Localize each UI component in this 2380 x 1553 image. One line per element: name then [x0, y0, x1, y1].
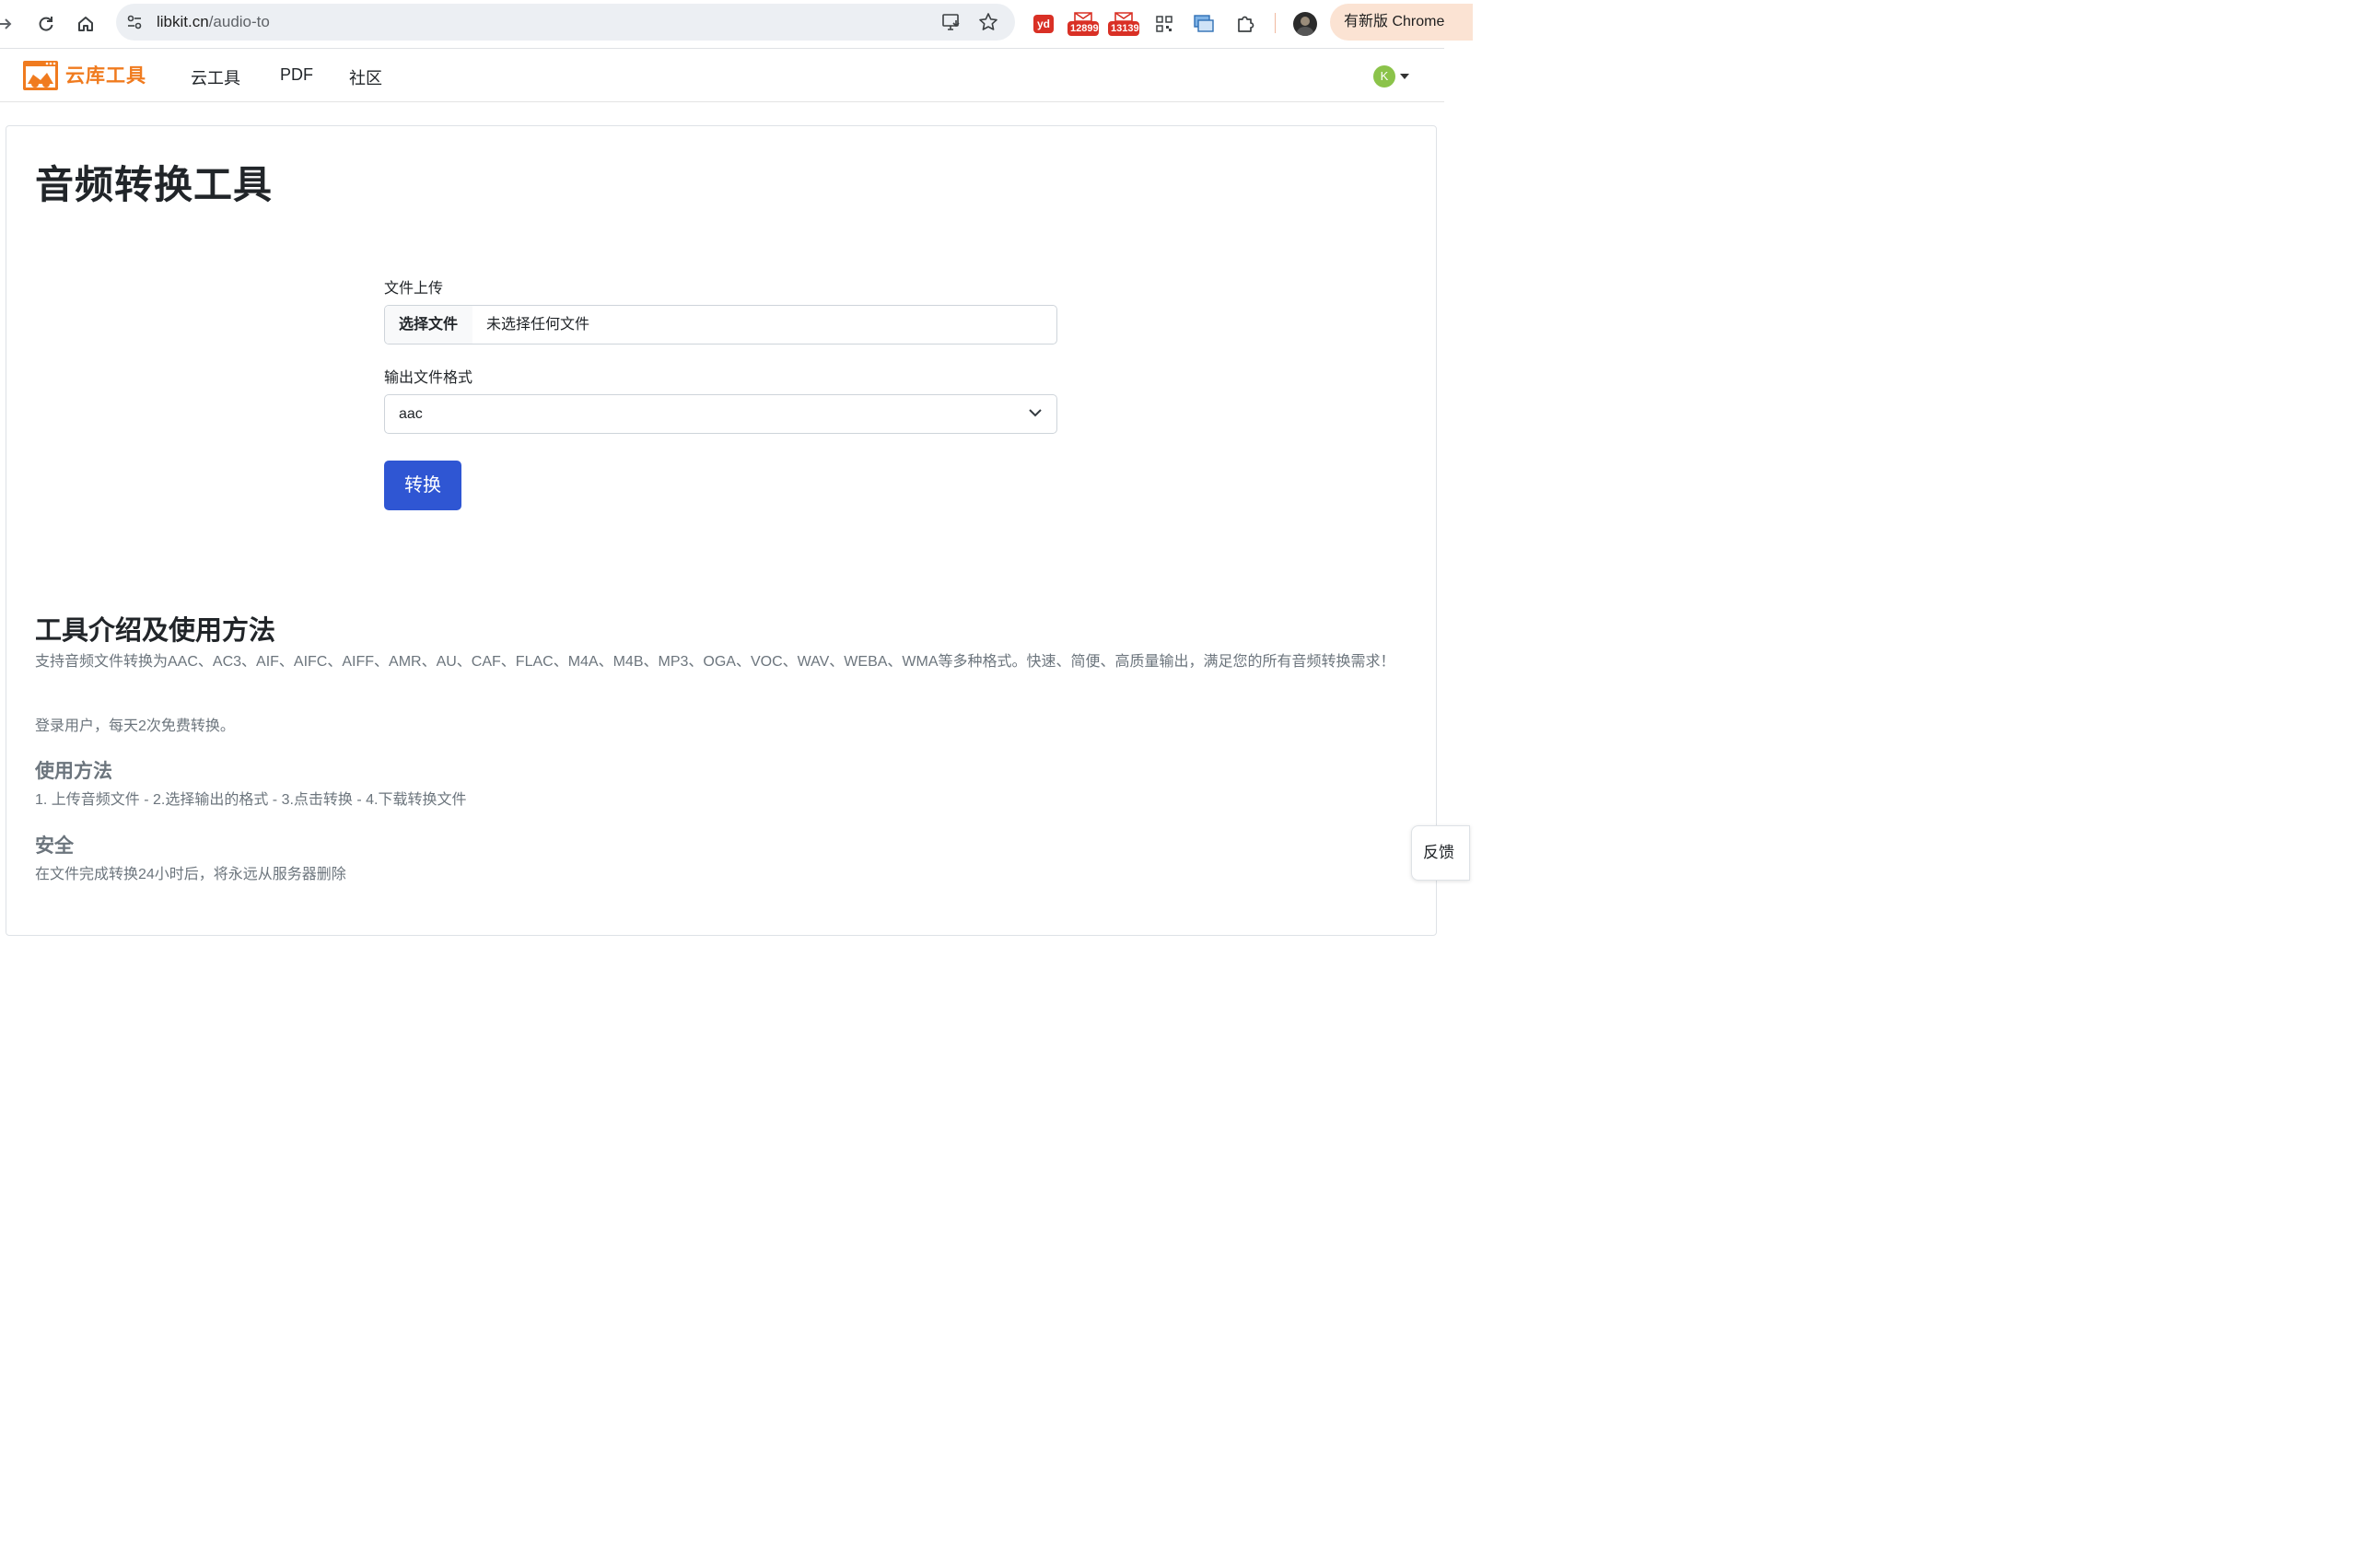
home-icon[interactable]	[73, 11, 99, 37]
mail-extension-icon[interactable]: 12899	[1068, 10, 1099, 38]
main-card: 音频转换工具 文件上传 选择文件 未选择任何文件 输出文件格式 aac 转换 工…	[6, 125, 1437, 936]
url-domain: libkit.cn	[157, 13, 209, 30]
intro-title: 工具介绍及使用方法	[35, 616, 276, 646]
nav-link-community[interactable]: 社区	[349, 65, 382, 89]
site-navbar: 云库工具 云工具 PDF 社区 K	[0, 49, 1444, 102]
profile-avatar-icon[interactable]	[1293, 10, 1317, 38]
upload-label: 文件上传	[384, 281, 444, 297]
mail-envelope-icon	[1114, 12, 1133, 21]
chevron-down-icon	[1029, 409, 1042, 417]
url-path: /audio-to	[208, 13, 270, 30]
qrcode-extension-icon[interactable]	[1156, 10, 1172, 38]
feedback-button[interactable]: 反馈	[1411, 825, 1470, 881]
file-upload-input[interactable]: 选择文件 未选择任何文件	[384, 305, 1057, 344]
extensions-puzzle-icon[interactable]	[1235, 10, 1255, 38]
bookmark-star-icon[interactable]	[978, 12, 998, 37]
chrome-update-button[interactable]: 有新版 Chrome	[1330, 4, 1473, 41]
usage-title: 使用方法	[35, 761, 112, 782]
mail-extension-icon-2[interactable]: 13139	[1108, 10, 1139, 38]
user-menu-dropdown[interactable]: K	[1373, 65, 1409, 88]
nav-link-cloud-tools[interactable]: 云工具	[191, 65, 240, 89]
no-file-chosen-text: 未选择任何文件	[486, 317, 590, 333]
convert-button[interactable]: 转换	[384, 461, 461, 510]
url-text[interactable]: libkit.cn/audio-to	[157, 4, 270, 41]
mail-count-badge: 12899	[1068, 21, 1099, 36]
mail-count-badge: 13139	[1108, 21, 1139, 36]
forward-icon[interactable]	[0, 11, 18, 37]
site-logo-icon[interactable]	[22, 60, 59, 91]
security-text: 在文件完成转换24小时后，将永远从服务器删除	[35, 867, 346, 882]
toolbar-divider	[1275, 13, 1276, 33]
site-info-icon[interactable]	[126, 14, 143, 35]
quota-text: 登录用户，每天2次免费转换。	[35, 718, 235, 734]
install-app-icon[interactable]	[941, 13, 962, 36]
format-label: 输出文件格式	[384, 370, 473, 386]
screenshot-extension-icon[interactable]	[1194, 10, 1214, 38]
output-format-select[interactable]: aac	[384, 394, 1057, 434]
page-title: 音频转换工具	[35, 163, 274, 206]
usage-steps: 1. 上传音频文件 - 2.选择输出的格式 - 3.点击转换 - 4.下载转换文…	[35, 792, 467, 808]
security-title: 安全	[35, 835, 74, 857]
intro-description: 支持音频文件转换为AAC、AC3、AIF、AIFC、AIFF、AMR、AU、CA…	[35, 654, 1395, 670]
reload-icon[interactable]	[33, 11, 59, 37]
address-bar[interactable]: libkit.cn/audio-to	[116, 4, 1015, 41]
brand-name[interactable]: 云库工具	[65, 61, 146, 88]
mail-envelope-icon	[1074, 12, 1092, 21]
browser-toolbar: libkit.cn/audio-to yd 12899 13139 有新版 Ch…	[0, 0, 1473, 49]
youdao-extension-icon[interactable]: yd	[1033, 10, 1055, 38]
selected-format: aac	[399, 406, 423, 422]
choose-file-button[interactable]: 选择文件	[385, 306, 472, 344]
nav-link-pdf[interactable]: PDF	[280, 65, 313, 85]
caret-down-icon	[1400, 74, 1409, 79]
user-avatar: K	[1373, 65, 1395, 88]
